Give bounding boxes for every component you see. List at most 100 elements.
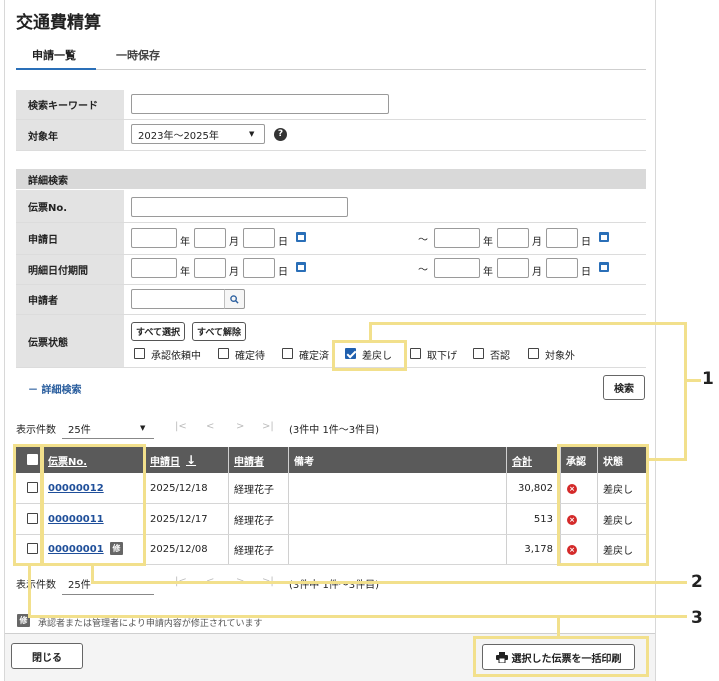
- detail-date-from-year[interactable]: [131, 258, 177, 278]
- detail-date-to-month[interactable]: [497, 258, 529, 278]
- apply-date-label: 申請日: [16, 223, 124, 254]
- applicant-search-button[interactable]: [224, 289, 245, 309]
- per-page-label: 表示件数: [16, 580, 56, 591]
- column-header-total[interactable]: 合計: [506, 447, 560, 473]
- applicant-cell: 経理花子: [234, 484, 274, 496]
- next-page-icon[interactable]: >: [236, 421, 244, 432]
- highlight-box-row-checkboxes: [13, 444, 43, 566]
- detail-date-label: 明細日付期間: [16, 255, 124, 284]
- total-cell: 30,802: [518, 482, 553, 494]
- callout-number-3: 3: [691, 608, 703, 628]
- column-header-applicant[interactable]: 申請者: [228, 447, 288, 473]
- unit-year: 年: [180, 237, 190, 248]
- calendar-icon[interactable]: [599, 232, 609, 242]
- callout-connector: [647, 458, 687, 461]
- column-separator: [228, 447, 229, 564]
- apply-date-cell: 2025/12/08: [150, 543, 208, 555]
- column-separator: [288, 447, 289, 564]
- per-page-underline: [62, 594, 154, 595]
- tab-temporary-save[interactable]: 一時保存: [116, 47, 160, 63]
- close-button[interactable]: 閉じる: [11, 643, 83, 669]
- applicant-input[interactable]: [131, 289, 225, 309]
- keyword-label: 検索キーワード: [16, 90, 124, 119]
- apply-date-from-month[interactable]: [194, 228, 226, 248]
- per-page-value: 25件: [68, 580, 91, 591]
- per-page-label: 表示件数: [16, 425, 56, 436]
- deselect-all-button[interactable]: すべて解除: [192, 322, 247, 341]
- status-label-awaiting-confirmation: 確定待: [235, 351, 265, 362]
- target-year-label: 対象年: [16, 120, 124, 150]
- apply-date-to-month[interactable]: [497, 228, 529, 248]
- highlight-box-bulk-print: [473, 636, 649, 677]
- range-tilde: 〜: [418, 265, 428, 276]
- total-cell: 3,178: [524, 543, 553, 555]
- unit-month: 月: [532, 267, 542, 278]
- detail-date-from-month[interactable]: [194, 258, 226, 278]
- callout-connector: [91, 581, 687, 584]
- tab-application-list[interactable]: 申請一覧: [32, 47, 76, 63]
- per-page-underline: [62, 438, 154, 439]
- callout-connector: [28, 566, 31, 618]
- apply-date-from-day[interactable]: [243, 228, 275, 248]
- highlight-box-approval-status: [557, 444, 649, 566]
- total-cell: 513: [533, 513, 553, 525]
- unit-year: 年: [180, 267, 190, 278]
- sort-desc-icon: ↓: [186, 453, 197, 467]
- chevron-down-icon: ▼: [140, 424, 146, 432]
- status-label-approval-requested: 承認依頼中: [151, 351, 201, 362]
- apply-date-header-text: 申請日: [150, 456, 180, 468]
- page-title: 交通費精算: [16, 13, 101, 33]
- chevron-down-icon: ▼: [249, 130, 255, 138]
- row-divider: [16, 150, 646, 151]
- status-checkbox-awaiting-confirmation[interactable]: [218, 348, 229, 359]
- applicant-cell: 経理花子: [234, 515, 274, 527]
- detail-date-from-day[interactable]: [243, 258, 275, 278]
- per-page-value: 25件: [68, 425, 91, 436]
- status-checkbox-withdrawn[interactable]: [410, 348, 421, 359]
- detail-search-header: 詳細検索: [16, 169, 646, 189]
- detail-date-to-year[interactable]: [434, 258, 480, 278]
- apply-date-from-year[interactable]: [131, 228, 177, 248]
- target-year-value: 2023年〜2025年: [138, 130, 219, 142]
- callout-number-1: 1: [702, 369, 714, 389]
- prev-page-icon[interactable]: <: [206, 421, 214, 432]
- calendar-icon[interactable]: [296, 262, 306, 272]
- slip-no-input[interactable]: [131, 197, 348, 217]
- apply-date-cell: 2025/12/18: [150, 482, 208, 494]
- status-checkbox-excluded[interactable]: [528, 348, 539, 359]
- apply-date-to-day[interactable]: [546, 228, 578, 248]
- status-checkbox-rejected[interactable]: [473, 348, 484, 359]
- apply-date-to-year[interactable]: [434, 228, 480, 248]
- status-checkbox-confirmed[interactable]: [282, 348, 293, 359]
- applicant-cell: 経理花子: [234, 545, 274, 557]
- select-all-button[interactable]: すべて選択: [131, 322, 186, 341]
- callout-connector: [28, 615, 687, 618]
- unit-year: 年: [483, 237, 493, 248]
- unit-day: 日: [581, 267, 591, 278]
- callout-number-2: 2: [691, 572, 703, 592]
- keyword-input[interactable]: [131, 94, 389, 114]
- calendar-icon[interactable]: [599, 262, 609, 272]
- detail-date-to-day[interactable]: [546, 258, 578, 278]
- active-tab-indicator: [16, 68, 96, 70]
- row-divider: [16, 367, 646, 368]
- calendar-icon[interactable]: [296, 232, 306, 242]
- tab-divider: [16, 69, 646, 70]
- last-page-icon[interactable]: >|: [262, 421, 274, 432]
- unit-day: 日: [278, 237, 288, 248]
- target-year-select[interactable]: 2023年〜2025年 ▼: [131, 124, 265, 144]
- toggle-advanced-search-link[interactable]: － 詳細検索: [28, 381, 81, 396]
- unit-day: 日: [581, 237, 591, 248]
- search-icon: [230, 294, 239, 304]
- first-page-icon[interactable]: |<: [175, 421, 187, 432]
- callout-connector: [684, 322, 687, 460]
- unit-day: 日: [278, 267, 288, 278]
- unit-month: 月: [229, 237, 239, 248]
- status-checkbox-approval-requested[interactable]: [134, 348, 145, 359]
- status-label-withdrawn: 取下げ: [427, 351, 457, 362]
- status-label-confirmed: 確定済: [299, 351, 329, 362]
- help-icon[interactable]: ?: [274, 128, 287, 141]
- search-button[interactable]: 検索: [603, 375, 645, 400]
- status-label-rejected: 否認: [490, 351, 510, 362]
- column-header-apply-date[interactable]: 申請日 ↓: [144, 447, 228, 473]
